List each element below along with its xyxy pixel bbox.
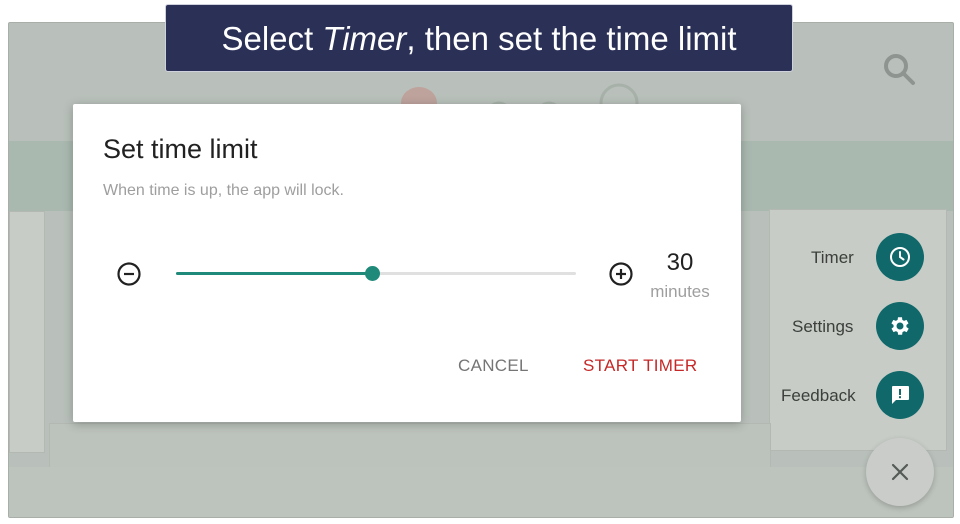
set-time-limit-dialog: Set time limit When time is up, the app … xyxy=(73,104,741,422)
time-unit-label: minutes xyxy=(650,282,710,301)
time-limit-slider[interactable] xyxy=(176,266,576,282)
timer-fab-button[interactable] xyxy=(876,233,924,281)
time-value: 30 xyxy=(666,249,694,276)
caption-emphasis: Timer xyxy=(322,20,407,57)
tutorial-caption: Select Timer, then set the time limit xyxy=(165,4,793,72)
cancel-button[interactable]: CANCEL xyxy=(458,356,529,376)
caption-text-after: , then set the time limit xyxy=(406,20,737,57)
screenshot-frame: Select Timer, then set the time limit Se… xyxy=(0,0,960,524)
dialog-title: Set time limit xyxy=(103,134,258,164)
timer-fab-label[interactable]: Timer xyxy=(811,248,854,268)
increase-time-button[interactable] xyxy=(608,261,634,287)
settings-fab-label[interactable]: Settings xyxy=(792,317,853,337)
close-icon xyxy=(891,463,909,481)
search-icon[interactable] xyxy=(881,51,917,87)
caption-text-before: Select xyxy=(221,20,323,57)
background-card xyxy=(9,211,45,453)
slider-thumb[interactable] xyxy=(365,266,380,281)
feedback-fab-button[interactable] xyxy=(876,371,924,419)
start-timer-button[interactable]: START TIMER xyxy=(583,356,697,376)
dialog-subtitle: When time is up, the app will lock. xyxy=(103,182,344,199)
feedback-icon xyxy=(892,386,909,404)
background-bottom-bar xyxy=(9,467,953,517)
close-speed-dial-button[interactable] xyxy=(866,438,934,506)
decrease-time-button[interactable] xyxy=(116,261,142,287)
background-card xyxy=(49,423,771,471)
feedback-fab-label[interactable]: Feedback xyxy=(781,386,856,406)
clock-icon xyxy=(890,247,910,267)
slider-fill xyxy=(176,272,372,275)
gear-icon xyxy=(891,317,909,335)
settings-fab-button[interactable] xyxy=(876,302,924,350)
